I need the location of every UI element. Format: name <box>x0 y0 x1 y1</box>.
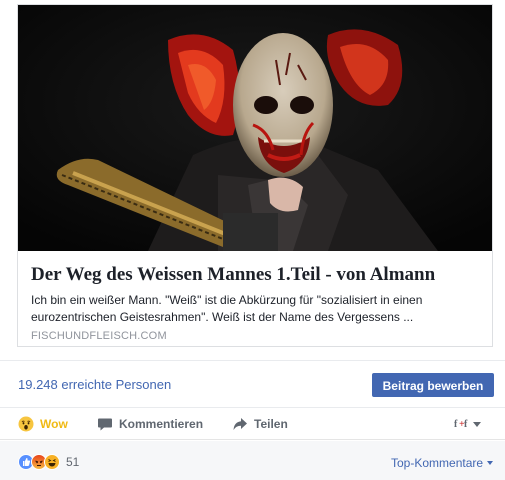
reaction-count: 51 <box>66 455 80 469</box>
reach-bar: 19.248 erreichte Personen Beitrag bewerb… <box>0 360 505 408</box>
boost-post-button[interactable]: Beitrag bewerben <box>372 373 494 397</box>
reactions-summary: 51 Top-Kommentare <box>0 441 505 480</box>
wow-icon <box>18 416 34 432</box>
reactions-list[interactable]: 51 <box>18 454 79 470</box>
link-preview-card[interactable]: Der Weg des Weissen Mannes 1.Teil - von … <box>17 4 493 347</box>
top-comments-label: Top-Kommentare <box>391 456 484 470</box>
wow-reaction-button[interactable]: Wow <box>18 415 68 433</box>
post-actions: Wow Kommentieren Teilen f + f <box>0 408 505 440</box>
comment-icon <box>97 416 113 432</box>
haha-reaction-icon <box>44 454 60 470</box>
top-comments-dropdown[interactable]: Top-Kommentare <box>391 456 494 470</box>
facebook-post: Der Weg des Weissen Mannes 1.Teil - von … <box>0 0 505 480</box>
page-selector[interactable]: f + f <box>454 417 494 431</box>
link-description[interactable]: Ich bin ein weißer Mann. "Weiß" ist die … <box>31 292 481 326</box>
chevron-down-icon <box>473 421 481 427</box>
share-arrow-icon <box>232 416 248 432</box>
comment-label: Kommentieren <box>119 417 204 431</box>
page-avatar-icon: f + f <box>454 417 468 432</box>
reach-count-link[interactable]: 19.248 erreichte Personen <box>18 377 171 392</box>
share-button[interactable]: Teilen <box>232 415 288 433</box>
svg-text:f: f <box>454 419 458 429</box>
wow-label: Wow <box>40 417 68 431</box>
comment-button[interactable]: Kommentieren <box>97 415 203 433</box>
svg-text:f: f <box>464 419 468 429</box>
share-label: Teilen <box>254 417 288 431</box>
link-domain[interactable]: FISCHUNDFLEISCH.COM <box>31 330 167 342</box>
clown-chainsaw-image <box>18 5 492 251</box>
chevron-down-icon <box>487 461 494 465</box>
link-preview-image[interactable] <box>18 5 492 251</box>
link-title[interactable]: Der Weg des Weissen Mannes 1.Teil - von … <box>31 264 481 286</box>
